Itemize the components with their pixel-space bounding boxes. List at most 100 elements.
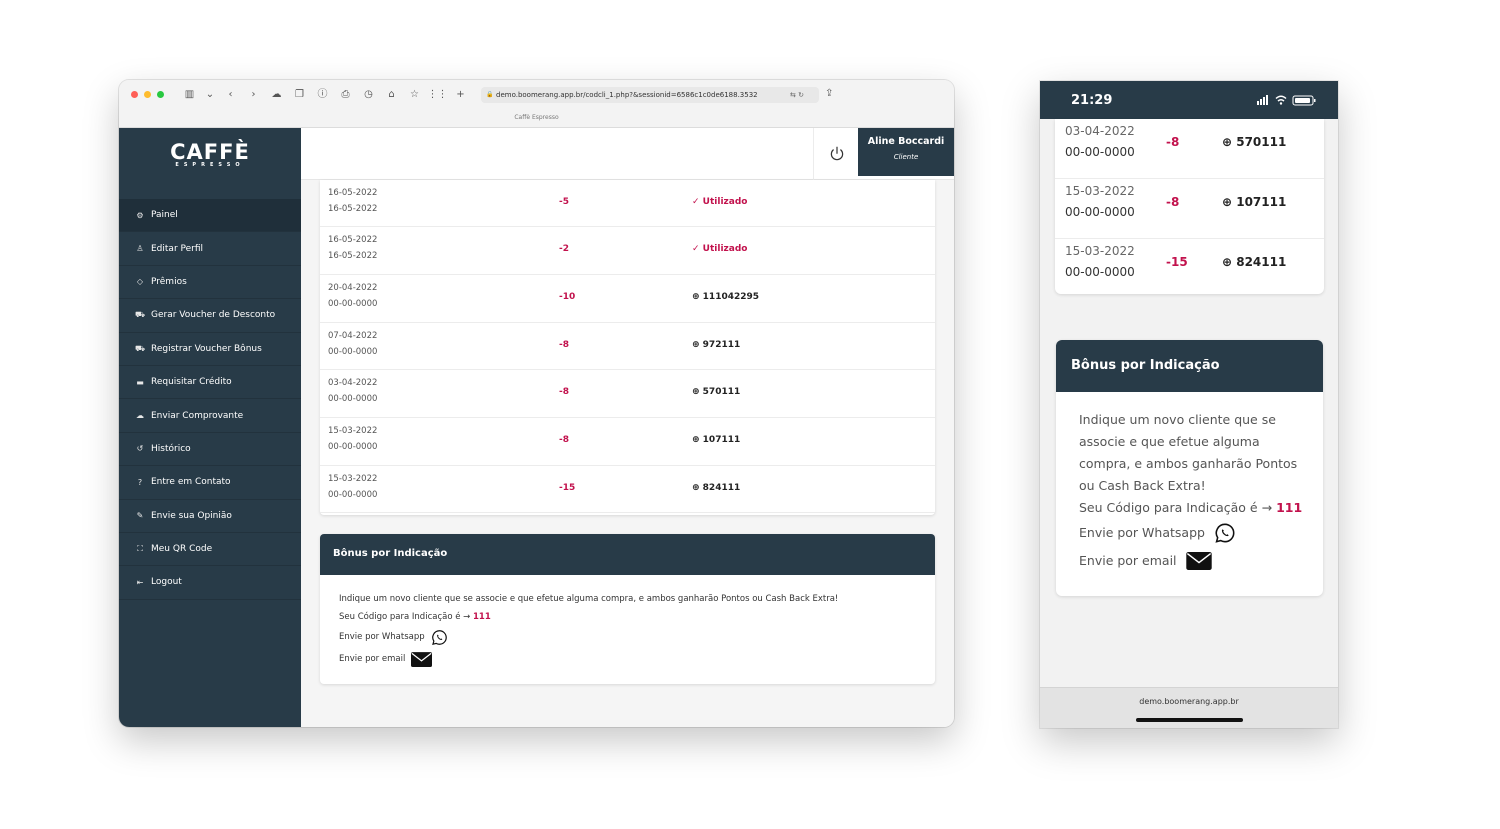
close-window-button[interactable] — [131, 91, 138, 98]
user-badge[interactable]: Aline Boccardi Cliente — [858, 128, 954, 176]
tab-title[interactable]: Caffè Espresso — [119, 114, 954, 121]
mobile-share-email[interactable]: Envie por email — [1079, 547, 1303, 575]
chevron-down-icon[interactable]: ⌄ — [201, 88, 219, 102]
print-icon[interactable]: ⎙ — [334, 88, 357, 102]
sidebar-item-envie-sua-opiniao[interactable]: ✎ Envie sua Opinião — [119, 500, 301, 533]
sidebar-item-entre-em-contato[interactable]: ? Entre em Contato — [119, 466, 301, 500]
sidebar-item-painel[interactable]: ⚙ Painel — [119, 199, 301, 233]
envelope-icon[interactable] — [411, 651, 433, 667]
mobile-whatsapp-label[interactable]: Envie por Whatsapp — [1079, 522, 1205, 544]
grid-icon[interactable]: ⋮⋮ — [426, 88, 449, 102]
bonus-title: Bônus por Indicação — [320, 534, 935, 575]
table-row: 07-04-2022 00-00-0000 -8 ⊕ 972111 — [320, 323, 935, 371]
brand-logo[interactable]: CAFFÈ ESPRESSO — [119, 128, 301, 200]
address-text: demo.boomerang.app.br/codcli_1.php?&sess… — [496, 91, 758, 99]
star-icon[interactable]: ☆ — [403, 88, 426, 102]
table-row: 20-04-2022 00-00-0000 -10 ⊕ 111042295 — [320, 275, 935, 323]
share-icon[interactable]: ⇪ — [825, 88, 833, 99]
logout-icon: ⇤ — [136, 577, 144, 587]
share-whatsapp[interactable]: Envie por Whatsapp — [339, 626, 935, 648]
row-points: -8 — [559, 339, 569, 350]
table-row: 15-03-2022 00-00-0000 -15 ⊕ 824111 — [1055, 239, 1324, 294]
share-email[interactable]: Envie por email — [339, 648, 935, 670]
sidebar-item-historico[interactable]: ↺ Histórico — [119, 433, 301, 467]
back-icon[interactable]: ‹ — [219, 88, 242, 102]
table-row: 03-04-2022 00-00-0000 -8 ⊕ 570111 — [1055, 119, 1324, 179]
row-expiry-date: 16-05-2022 — [328, 251, 378, 262]
home-indicator[interactable] — [1136, 718, 1243, 722]
new-tab-icon[interactable]: + — [449, 88, 472, 102]
history-table: 16-05-2022 16-05-2022 -5 ✓ Utilizado 16-05-2… — [320, 180, 935, 515]
sidebar-item-label: Painel — [151, 210, 178, 221]
email-label[interactable]: Envie por email — [339, 650, 405, 668]
row-status: ⊕ 111042295 — [692, 291, 760, 302]
user-role: Cliente — [893, 153, 919, 161]
history-icon[interactable]: ◷ — [357, 88, 380, 102]
chat-icon: ✎ — [136, 511, 144, 521]
sidebar-toggle-icon[interactable]: ▥ — [178, 88, 201, 102]
row-points: -8 — [1166, 195, 1180, 209]
sidebar-item-logout[interactable]: ⇤ Logout — [119, 566, 301, 600]
user-icon: ♙ — [136, 244, 144, 254]
sidebar-item-label: Logout — [151, 577, 182, 588]
sidebar-item-requisitar-credito[interactable]: ▬ Requisitar Crédito — [119, 366, 301, 400]
row-date: 15-03-2022 — [328, 426, 378, 436]
sidebar-item-premios[interactable]: ◇ Prêmios — [119, 266, 301, 300]
translate-reload-icons[interactable]: ⇆ ↻ — [790, 87, 804, 103]
gear-icon: ⚙ — [136, 210, 144, 220]
row-date: 20-04-2022 — [328, 282, 378, 293]
home-icon[interactable]: ⌂ — [380, 88, 403, 102]
sidebar-item-gerar-voucher-de-desconto[interactable]: ⛟ Gerar Voucher de Desconto — [119, 299, 301, 333]
mobile-bonus-body: Indique um novo cliente que se associe e… — [1056, 392, 1323, 575]
lock-icon: 🔒 — [486, 91, 494, 98]
cloud-icon[interactable]: ☁ — [265, 88, 288, 102]
envelope-icon[interactable] — [1185, 552, 1212, 570]
mobile-address-text: demo.boomerang.app.br — [1139, 697, 1239, 706]
minimize-window-button[interactable] — [144, 91, 151, 98]
bonus-text: Indique um novo cliente que se associe e… — [339, 594, 839, 604]
row-points: -5 — [559, 196, 569, 207]
referral-code: 111 — [473, 612, 491, 622]
mobile-email-label[interactable]: Envie por email — [1079, 550, 1177, 572]
referral-code-label: Seu Código para Indicação é → — [339, 612, 471, 622]
row-status: ⊕ 107111 — [1222, 195, 1287, 209]
row-expiry-date: 00-00-0000 — [1065, 265, 1135, 279]
sidebar-item-label: Gerar Voucher de Desconto — [151, 310, 276, 321]
row-date: 03-04-2022 — [1065, 124, 1135, 138]
power-icon — [830, 146, 843, 161]
sidebar-item-meu-qr-code[interactable]: ⛶ Meu QR Code — [119, 533, 301, 567]
toolbar-icons: ▥ ⌄ ‹ › ☁ ❐ ⓘ ⎙ ◷ ⌂ ☆ ⋮⋮ + — [178, 88, 472, 102]
status-time: 21:29 — [1071, 93, 1113, 108]
power-button[interactable] — [813, 128, 859, 180]
address-bar[interactable]: 🔒 demo.boomerang.app.br/codcli_1.php?&se… — [481, 87, 819, 103]
info-icon[interactable]: ⓘ — [311, 88, 334, 102]
row-expiry-date: 00-00-0000 — [328, 489, 378, 500]
row-points: -2 — [559, 244, 569, 255]
bonus-body: Indique um novo cliente que se associe e… — [320, 575, 935, 670]
mobile-share-whatsapp[interactable]: Envie por Whatsapp — [1079, 519, 1303, 547]
mobile-referral-code-line: Seu Código para Indicação é → 111 — [1079, 497, 1303, 519]
card-icon: ▬ — [136, 377, 144, 387]
row-status: ✓ Utilizado — [692, 244, 748, 255]
forward-icon[interactable]: › — [242, 88, 265, 102]
copy-icon[interactable]: ❐ — [288, 88, 311, 102]
mobile-bonus-text: Indique um novo cliente que se associe e… — [1079, 412, 1298, 493]
row-expiry-date: 00-00-0000 — [328, 394, 378, 405]
sidebar-item-registrar-voucher-bonus[interactable]: ⛟ Registrar Voucher Bônus — [119, 333, 301, 366]
row-expiry-date: 00-00-0000 — [1065, 145, 1135, 159]
sidebar: CAFFÈ ESPRESSO ⚙ Painel ♙ Editar Perfil ◇ Prê… — [119, 128, 301, 727]
table-row: 16-05-2022 16-05-2022 -5 ✓ Utilizado — [320, 180, 935, 228]
row-date: 16-05-2022 — [328, 235, 378, 246]
whatsapp-icon[interactable] — [431, 629, 448, 646]
whatsapp-icon[interactable] — [1214, 522, 1236, 544]
row-points: -8 — [559, 387, 569, 398]
top-header: Aline Boccardi Cliente — [301, 128, 954, 180]
row-status: ⊕ 972111 — [692, 339, 741, 350]
maximize-window-button[interactable] — [157, 91, 164, 98]
row-points: -15 — [1166, 255, 1188, 269]
whatsapp-label[interactable]: Envie por Whatsapp — [339, 628, 425, 646]
mobile-address-bar[interactable]: demo.boomerang.app.br — [1040, 687, 1338, 728]
sidebar-item-enviar-comprovante[interactable]: ☁ Enviar Comprovante — [119, 399, 301, 433]
table-row: 16-05-2022 16-05-2022 -2 ✓ Utilizado — [320, 227, 935, 275]
sidebar-item-editar-perfil[interactable]: ♙ Editar Perfil — [119, 232, 301, 266]
